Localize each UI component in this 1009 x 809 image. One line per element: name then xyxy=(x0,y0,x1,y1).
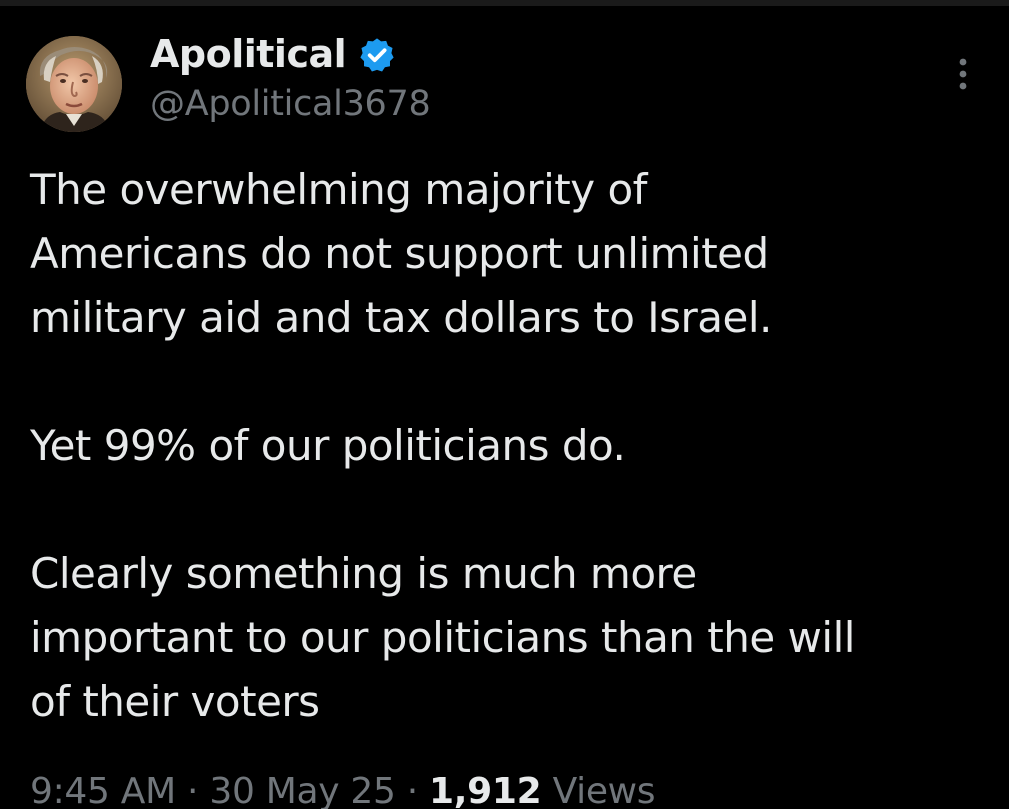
author-display-name[interactable]: Apolitical xyxy=(150,30,347,78)
tweet-card: Apolitical @Apolitical3678 The overwhelm… xyxy=(0,0,1009,809)
tweet-text-line: The overwhelming majority of xyxy=(30,165,647,214)
meta-separator: · xyxy=(406,771,418,809)
tweet-text-line: Yet 99% of our politicians do. xyxy=(30,421,626,470)
tweet-time[interactable]: 9:45 AM xyxy=(30,771,176,809)
tweet-text-line: important to our politicians than the wi… xyxy=(30,613,855,662)
views-count: 1,912 xyxy=(429,771,542,809)
tweet-text-line: of their voters xyxy=(30,677,320,726)
portrait-avatar-icon xyxy=(26,36,122,132)
more-vertical-icon[interactable] xyxy=(946,54,980,94)
tweet-date[interactable]: 30 May 25 xyxy=(209,771,396,809)
top-divider xyxy=(0,0,1009,6)
views-label: Views xyxy=(552,771,656,809)
tweet-text: The overwhelming majority of Americans d… xyxy=(30,158,990,734)
verified-badge-icon xyxy=(360,38,394,72)
meta-separator: · xyxy=(187,771,199,809)
tweet-text-line: Clearly something is much more xyxy=(30,549,697,598)
author-handle[interactable]: @Apolitical3678 xyxy=(150,82,431,126)
tweet-meta: 9:45 AM · 30 May 25 · 1,912 Views xyxy=(30,764,656,809)
tweet-text-line: Americans do not support unlimited xyxy=(30,229,769,278)
author-avatar[interactable] xyxy=(26,36,122,132)
tweet-text-line: military aid and tax dollars to Israel. xyxy=(30,293,772,342)
